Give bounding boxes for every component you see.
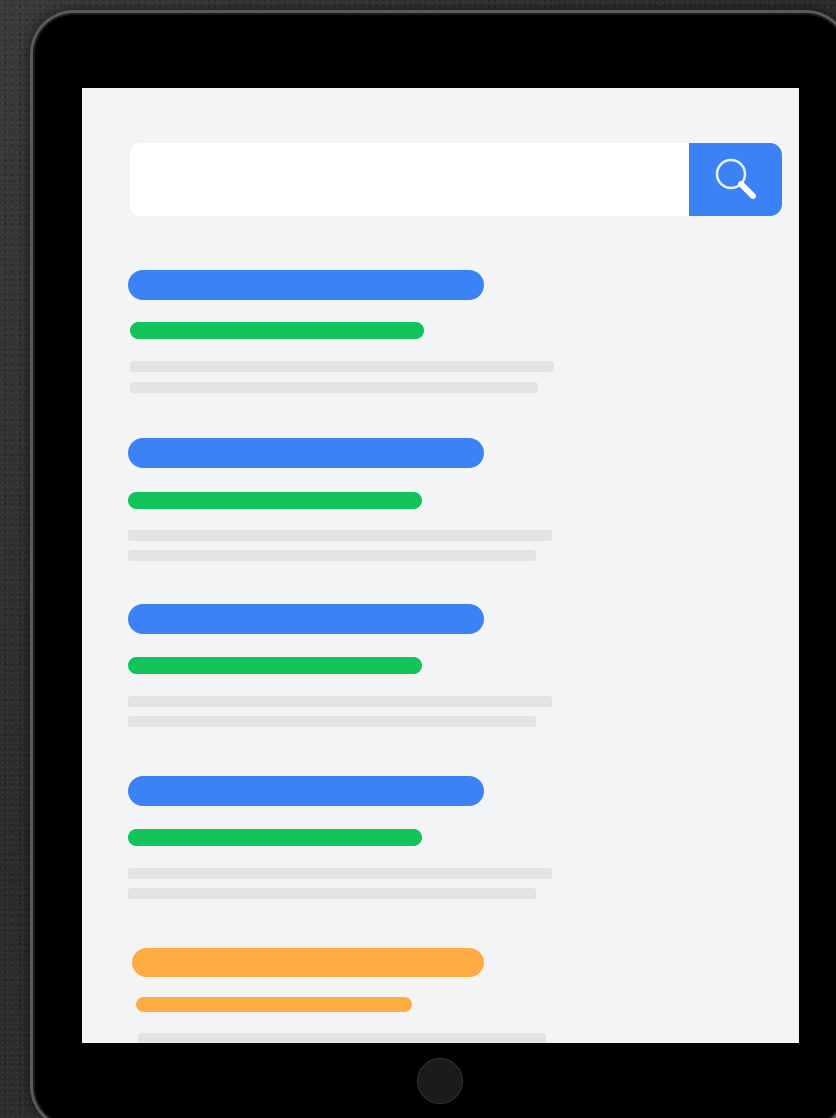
result-snippet-line	[128, 550, 536, 561]
tablet-screen	[82, 88, 799, 1043]
result-url-placeholder	[130, 322, 424, 339]
result-snippet-line	[130, 382, 538, 393]
result-snippet-line	[128, 888, 536, 899]
search-icon	[715, 158, 756, 199]
search-result-3[interactable]	[82, 604, 799, 754]
result-url-placeholder	[128, 657, 422, 674]
result-title-placeholder[interactable]	[128, 776, 484, 806]
result-snippet-line	[128, 696, 552, 707]
search-result-2[interactable]	[82, 438, 799, 588]
search-result-1[interactable]	[82, 270, 799, 420]
result-title-placeholder[interactable]	[128, 438, 484, 468]
result-title-placeholder[interactable]	[128, 270, 484, 300]
ad-title-placeholder[interactable]	[132, 948, 484, 977]
home-button[interactable]	[417, 1058, 463, 1104]
result-url-placeholder	[128, 829, 422, 846]
result-snippet-line	[130, 361, 554, 372]
search-bar	[130, 143, 782, 216]
result-snippet-line	[128, 868, 552, 879]
search-result-ad[interactable]	[82, 948, 799, 1043]
ad-snippet-line	[138, 1033, 546, 1043]
result-title-placeholder[interactable]	[128, 604, 484, 634]
search-result-4[interactable]	[82, 776, 799, 926]
search-button[interactable]	[689, 143, 782, 216]
ad-url-placeholder	[136, 997, 412, 1012]
result-snippet-line	[128, 716, 536, 727]
result-url-placeholder	[128, 492, 422, 509]
search-input[interactable]	[130, 143, 689, 216]
result-snippet-line	[128, 530, 552, 541]
